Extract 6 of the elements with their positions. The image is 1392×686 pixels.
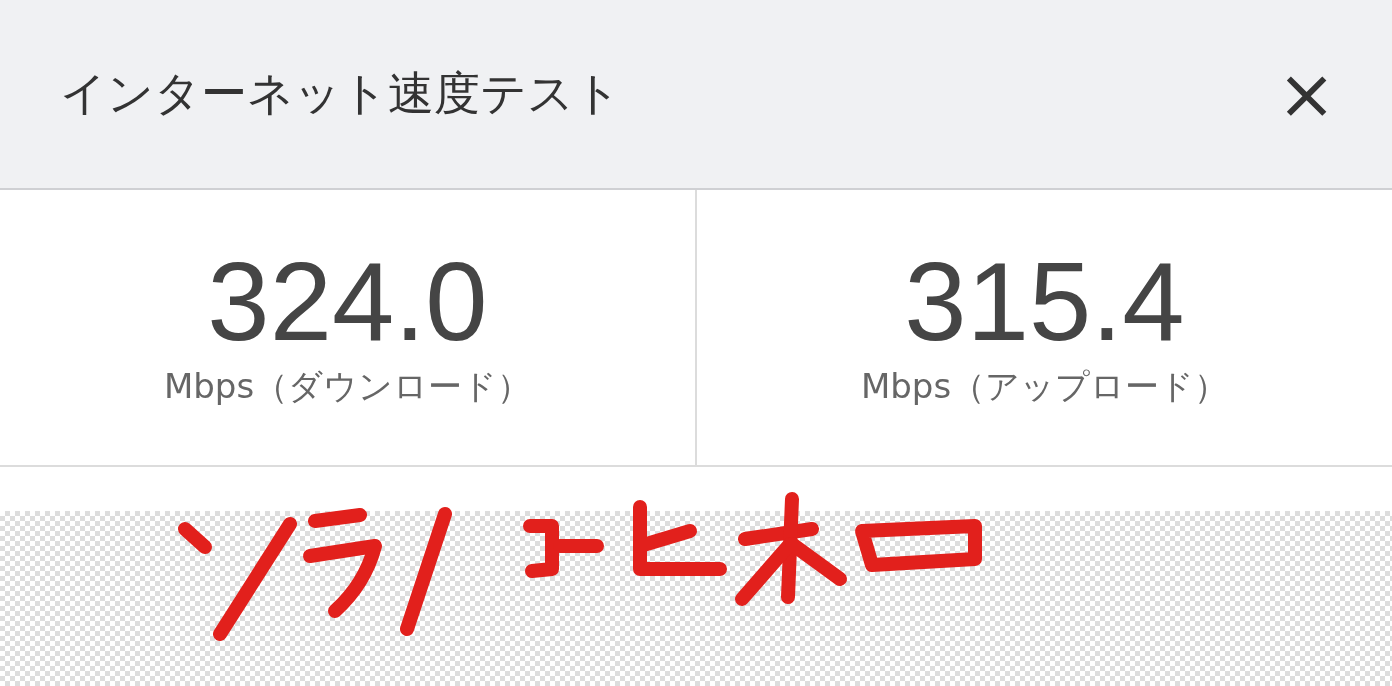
speed-value: 324.0: [207, 245, 488, 358]
close-button[interactable]: ×: [1271, 59, 1342, 129]
dialog-title: インターネット速度テスト: [60, 65, 621, 122]
speed-unit-label: Mbps（アップロード）: [860, 364, 1229, 408]
speed-unit-label: Mbps（ダウンロード）: [163, 364, 532, 408]
speed-value: 315.4: [904, 245, 1185, 358]
